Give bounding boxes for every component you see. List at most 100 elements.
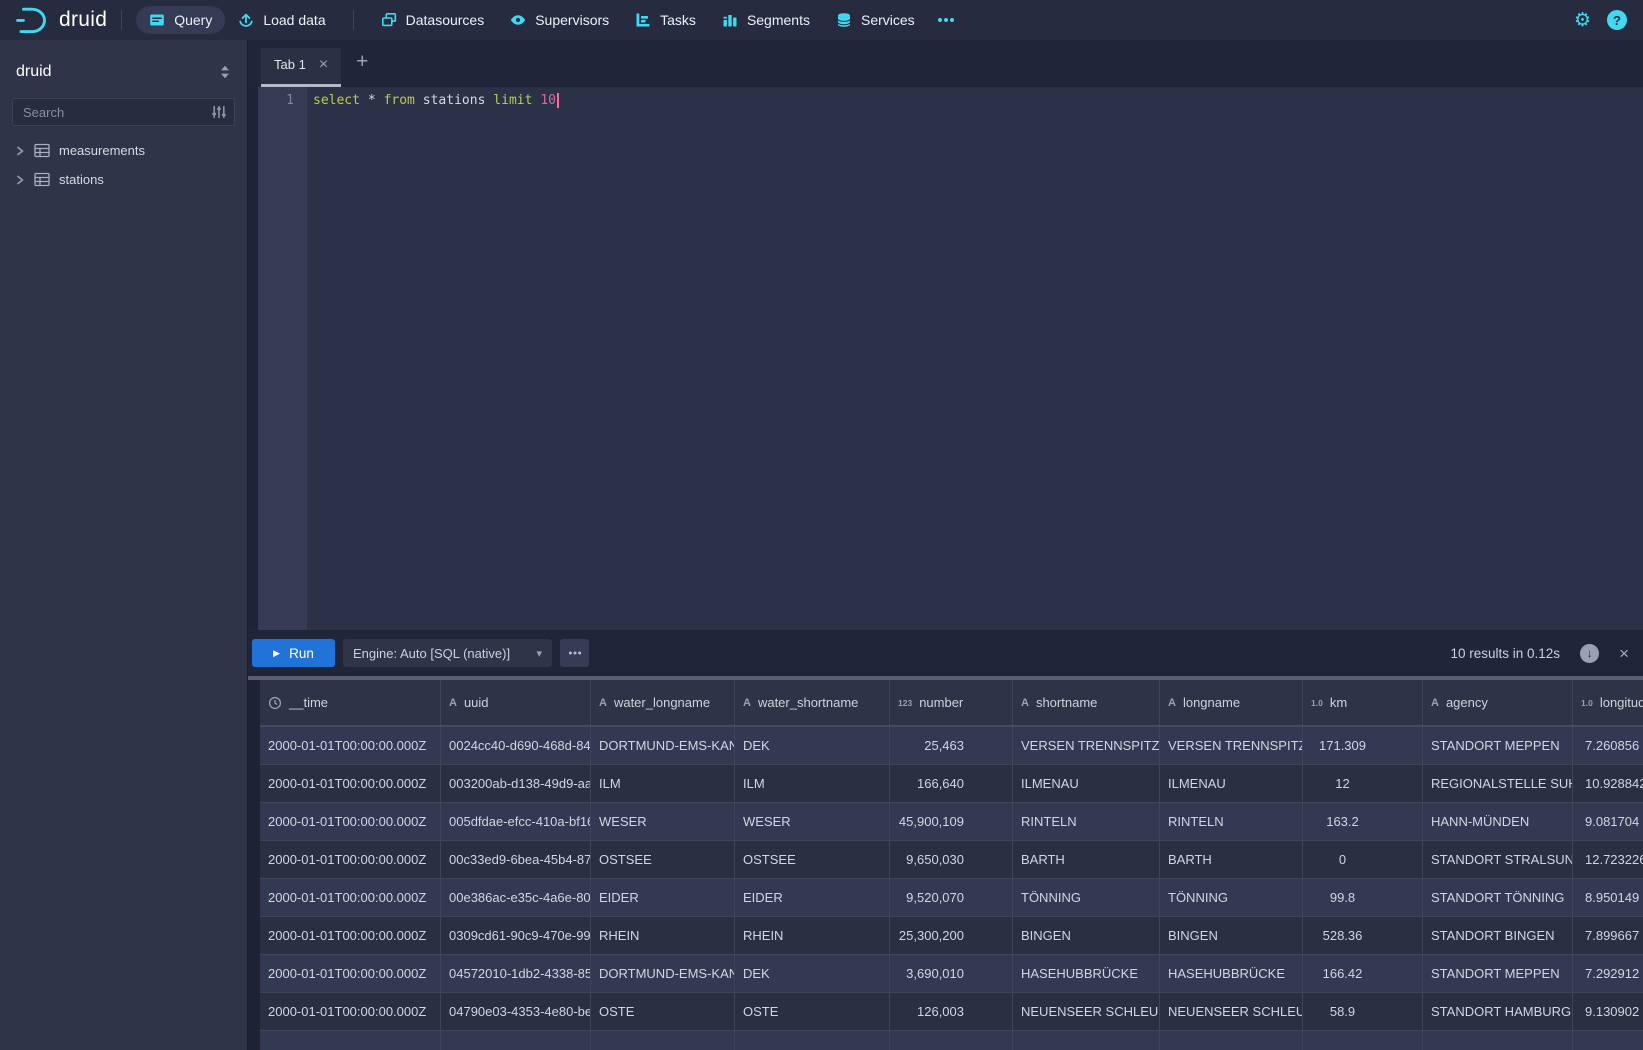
table-cell[interactable]: 00e386ac-e35c-4a6e-80 [441, 879, 591, 917]
table-cell[interactable]: 2000-01-01T00:00:00.000Z [260, 879, 441, 917]
table-cell[interactable]: DORTMUND-EMS-KANAL [591, 955, 735, 993]
table-cell[interactable]: 2000-01-01T00:00:00.000Z [260, 803, 441, 841]
tab-close-icon[interactable]: × [319, 57, 328, 73]
table-cell[interactable]: 166,640 [890, 765, 1013, 803]
chevron-right-icon[interactable] [15, 175, 25, 185]
double-caret-sort-icon[interactable] [219, 65, 231, 79]
table-cell[interactable]: DORTMUND-EMS-KANAL [591, 727, 735, 765]
table-cell[interactable]: WESER [591, 803, 735, 841]
table-cell[interactable]: STANDORT BINGEN [1423, 917, 1573, 955]
table-cell[interactable]: BARTH [1160, 841, 1303, 879]
table-cell[interactable]: 166.42 [1303, 955, 1423, 993]
table-cell[interactable] [441, 1031, 591, 1050]
table-cell[interactable] [1573, 1031, 1643, 1050]
nav-datasources[interactable]: Datasources [368, 6, 498, 34]
nav-segments[interactable]: Segments [709, 6, 823, 34]
table-cell[interactable]: STANDORT MEPPEN [1423, 727, 1573, 765]
download-results-icon[interactable]: ↓ [1580, 644, 1599, 663]
table-cell[interactable]: NEUENSEER SCHLEUSENK [1013, 993, 1160, 1031]
column-header-__time[interactable]: __time [260, 680, 441, 725]
table-cell[interactable]: WESER [735, 803, 890, 841]
table-cell[interactable]: 00c33ed9-6bea-45b4-87 [441, 841, 591, 879]
table-cell[interactable]: ILM [735, 765, 890, 803]
table-cell[interactable]: REGIONALSTELLE SUHL [1423, 765, 1573, 803]
schema-selector[interactable]: druid [0, 58, 247, 86]
settings-gear-icon[interactable]: ⚙ [1574, 11, 1591, 30]
table-cell[interactable]: 7.899667 [1573, 917, 1643, 955]
add-tab-button[interactable]: + [356, 50, 368, 78]
table-cell[interactable]: 7.292912 [1573, 955, 1643, 993]
table-cell[interactable]: OSTE [591, 993, 735, 1031]
table-cell[interactable] [260, 1031, 441, 1050]
table-cell[interactable]: 58.9 [1303, 993, 1423, 1031]
table-cell[interactable]: 3,690,010 [890, 955, 1013, 993]
table-cell[interactable]: 99.8 [1303, 879, 1423, 917]
table-cell[interactable]: 171.309 [1303, 727, 1423, 765]
table-cell[interactable]: 04572010-1db2-4338-85 [441, 955, 591, 993]
table-cell[interactable]: 0309cd61-90c9-470e-99 [441, 917, 591, 955]
table-cell[interactable]: BINGEN [1013, 917, 1160, 955]
column-header-uuid[interactable]: Auuid [441, 680, 591, 725]
table-cell[interactable] [1013, 1031, 1160, 1050]
run-button[interactable]: ▶ Run [252, 639, 335, 667]
table-cell[interactable]: 9,650,030 [890, 841, 1013, 879]
table-cell[interactable]: DEK [735, 955, 890, 993]
column-header-longname[interactable]: Alongname [1160, 680, 1303, 725]
table-cell[interactable]: VERSEN TRENNSPITZE [1013, 727, 1160, 765]
nav-tasks[interactable]: Tasks [622, 6, 709, 34]
table-cell[interactable]: 2000-01-01T00:00:00.000Z [260, 765, 441, 803]
engine-select-button[interactable]: Engine: Auto [SQL (native)] ▾ [343, 639, 552, 667]
table-cell[interactable]: STANDORT MEPPEN [1423, 955, 1573, 993]
table-cell[interactable]: EIDER [735, 879, 890, 917]
table-cell[interactable]: 0 [1303, 841, 1423, 879]
table-cell[interactable]: ILM [591, 765, 735, 803]
table-cell[interactable]: HASEHUBBRÜCKE [1160, 955, 1303, 993]
table-cell[interactable]: HANN-MÜNDEN [1423, 803, 1573, 841]
table-cell[interactable] [1160, 1031, 1303, 1050]
search-input[interactable] [12, 98, 235, 126]
sql-editor[interactable]: 1 select*fromstationslimit10 [248, 87, 1643, 630]
nav-more-button[interactable] [928, 6, 964, 34]
table-cell[interactable]: TÖNNING [1160, 879, 1303, 917]
table-cell[interactable]: OSTE [735, 993, 890, 1031]
table-cell[interactable]: 9,520,070 [890, 879, 1013, 917]
table-cell[interactable]: 10.928842 [1573, 765, 1643, 803]
table-cell[interactable]: HASEHUBBRÜCKE [1013, 955, 1160, 993]
table-cell[interactable]: 8.950149 [1573, 879, 1643, 917]
table-cell[interactable] [890, 1031, 1013, 1050]
help-icon[interactable]: ? [1607, 10, 1627, 30]
table-cell[interactable]: 9.130902 [1573, 993, 1643, 1031]
table-cell[interactable]: 2000-01-01T00:00:00.000Z [260, 841, 441, 879]
table-cell[interactable]: RHEIN [591, 917, 735, 955]
table-cell[interactable]: 04790e03-4353-4e80-be [441, 993, 591, 1031]
column-header-longitude[interactable]: 1.0longitude [1573, 680, 1643, 725]
filter-sliders-icon[interactable] [211, 104, 227, 120]
table-cell[interactable]: 25,300,200 [890, 917, 1013, 955]
table-cell[interactable]: 7.260856 [1573, 727, 1643, 765]
table-cell[interactable]: VERSEN TRENNSPITZE [1160, 727, 1303, 765]
table-cell[interactable]: STANDORT TÖNNING [1423, 879, 1573, 917]
table-cell[interactable]: 163.2 [1303, 803, 1423, 841]
column-header-km[interactable]: 1.0km [1303, 680, 1423, 725]
chevron-right-icon[interactable] [15, 146, 25, 156]
table-cell[interactable]: 528.36 [1303, 917, 1423, 955]
table-cell[interactable] [1423, 1031, 1573, 1050]
run-options-button[interactable] [560, 639, 589, 667]
table-cell[interactable]: 2000-01-01T00:00:00.000Z [260, 993, 441, 1031]
table-cell[interactable]: STANDORT HAMBURG [1423, 993, 1573, 1031]
table-cell[interactable]: 0024cc40-d690-468d-84 [441, 727, 591, 765]
druid-logo[interactable]: druid [14, 5, 107, 36]
table-cell[interactable]: ILMENAU [1160, 765, 1303, 803]
table-cell[interactable]: 2000-01-01T00:00:00.000Z [260, 917, 441, 955]
table-cell[interactable]: DEK [735, 727, 890, 765]
table-cell[interactable]: RINTELN [1013, 803, 1160, 841]
nav-supervisors[interactable]: Supervisors [497, 6, 622, 34]
table-cell[interactable]: 2000-01-01T00:00:00.000Z [260, 955, 441, 993]
nav-query[interactable]: Query [136, 6, 225, 34]
table-cell[interactable]: OSTSEE [591, 841, 735, 879]
table-cell[interactable]: 45,900,109 [890, 803, 1013, 841]
table-cell[interactable] [591, 1031, 735, 1050]
table-cell[interactable]: OSTSEE [735, 841, 890, 879]
table-cell[interactable]: 9.081704 [1573, 803, 1643, 841]
table-cell[interactable]: BARTH [1013, 841, 1160, 879]
